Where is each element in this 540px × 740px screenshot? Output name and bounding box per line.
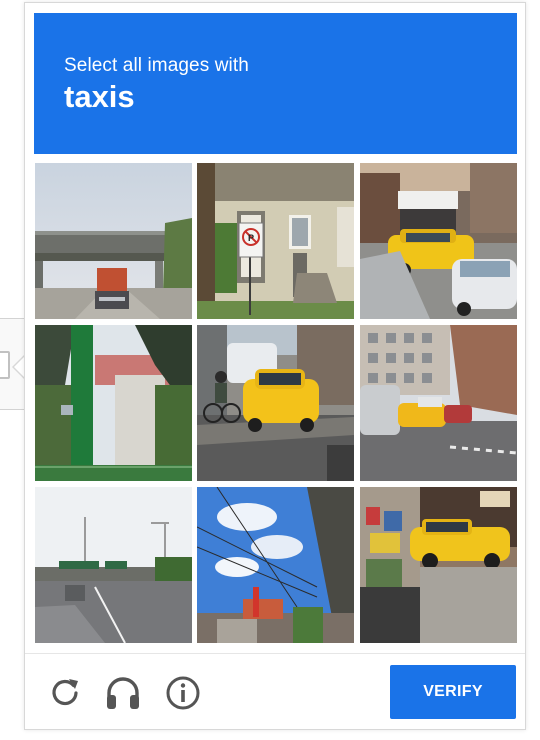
pointer-arrow-fill: [14, 357, 24, 377]
svg-text:P: P: [248, 233, 254, 243]
tile-image: [197, 325, 354, 481]
tile-image: [360, 325, 517, 481]
tile-image: [35, 325, 192, 481]
headphones-icon[interactable]: [103, 673, 143, 713]
tile-image: [35, 487, 192, 643]
instruction-header: Select all images with taxis: [34, 13, 517, 154]
tile-sky-power-lines[interactable]: [197, 487, 354, 643]
footer-divider: [25, 653, 525, 654]
tile-green-pole-trees[interactable]: [35, 325, 192, 481]
image-grid: P: [35, 163, 517, 645]
tile-taxi-storefront[interactable]: [360, 487, 517, 643]
anchor-checkbox[interactable]: [0, 351, 10, 379]
tile-highway-overpass-truck[interactable]: [35, 163, 192, 319]
tile-image: [197, 487, 354, 643]
captcha-challenge: Select all images with taxis P VERIFY: [24, 2, 526, 730]
tile-street-yellow-taxi[interactable]: [360, 163, 517, 319]
instruction-text: Select all images with: [64, 55, 249, 76]
info-icon[interactable]: [163, 673, 203, 713]
tile-highway-bridge[interactable]: [35, 487, 192, 643]
tile-taxi-cyclist[interactable]: [197, 325, 354, 481]
tile-image: [35, 163, 192, 319]
target-keyword: taxis: [64, 79, 135, 114]
verify-button[interactable]: VERIFY: [390, 665, 516, 719]
tile-house-no-parking-sign[interactable]: P: [197, 163, 354, 319]
tile-city-street-taxis[interactable]: [360, 325, 517, 481]
tile-image: P: [197, 163, 354, 319]
tile-image: [360, 163, 517, 319]
tile-image: [360, 487, 517, 643]
reload-icon[interactable]: [45, 673, 85, 713]
